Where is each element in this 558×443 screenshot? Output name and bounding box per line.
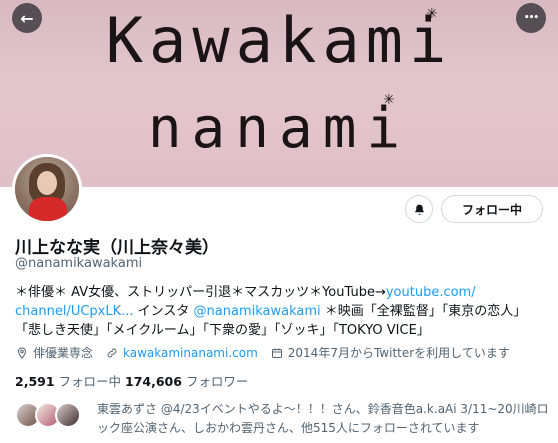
followers-label: フォロワー: [181, 374, 249, 389]
followers-stat[interactable]: 174,606 フォロワー: [125, 374, 248, 389]
profile-banner[interactable]: Kawakami nanami ✳ ✳: [0, 0, 558, 187]
following-button[interactable]: フォロー中: [441, 195, 543, 223]
bio-text: インスタ: [133, 304, 194, 319]
back-arrow-icon: ←: [20, 8, 34, 28]
more-options-button[interactable]: •••: [516, 3, 546, 33]
sparkle-icon: ✳: [383, 92, 395, 108]
youtube-link-continued[interactable]: channel/UCpxLK...: [15, 304, 134, 319]
back-button[interactable]: ←: [12, 3, 42, 33]
website-item: kawakaminanami.com: [105, 346, 258, 360]
bio-text: ＊俳優＊ AV女優、ストリッパー引退＊マスカッツ＊YouTube→: [15, 285, 386, 300]
follower-avatar: [55, 402, 81, 428]
followed-by-text: 東雲あずさ @4/23イベントやるよ〜！！！さん、鈴香音色a.k.aAi 3/1…: [97, 402, 549, 435]
avatar-dress: [29, 197, 67, 221]
calendar-icon: [271, 348, 282, 358]
bio-text: ＊映画「全裸監督」「東京の恋人」: [320, 304, 527, 319]
profile-stats: 2,591 フォロー中 174,606 フォロワー: [15, 371, 248, 390]
profile-handle: @nanamikawakami: [15, 256, 143, 271]
location-icon: [17, 346, 27, 359]
sparkle-icon: ✳: [426, 6, 438, 22]
bio-line-3: 「悲しき天使」「メイクルーム」「下衆の愛」「ゾッキ」「TOKYO VICE」: [15, 323, 430, 338]
more-dots-icon: •••: [523, 13, 539, 23]
link-icon: [107, 348, 117, 357]
location-text: 俳優業専念: [33, 346, 94, 360]
joined-text: 2014年7月からTwitterを利用しています: [287, 346, 510, 360]
youtube-link[interactable]: youtube.com/: [386, 285, 476, 300]
instagram-mention-link[interactable]: @nanamikawakami: [194, 304, 321, 319]
banner-title-line2: nanami: [147, 96, 411, 161]
bell-icon: [414, 204, 424, 215]
profile-meta: 俳優業専念 kawakaminanami.com 2014年7月からTwitte…: [15, 344, 522, 361]
profile-name: 川上なな実（川上奈々美）: [15, 238, 219, 258]
following-label: フォロー中: [54, 374, 125, 389]
avatar[interactable]: [12, 154, 82, 224]
notification-bell-button[interactable]: [405, 195, 433, 223]
following-stat[interactable]: 2,591 フォロー中: [15, 374, 125, 389]
avatar-face: [37, 171, 57, 195]
bio-line-1: ＊俳優＊ AV女優、ストリッパー引退＊マスカッツ＊YouTube→youtube…: [15, 283, 545, 302]
joined-item: 2014年7月からTwitterを利用しています: [270, 344, 510, 361]
followers-count: 174,606: [125, 374, 182, 389]
website-link[interactable]: kawakaminanami.com: [123, 346, 258, 360]
following-count: 2,591: [15, 374, 55, 389]
followers-you-know[interactable]: 東雲あずさ @4/23イベントやるよ〜！！！さん、鈴香音色a.k.aAi 3/1…: [15, 400, 550, 440]
location-item: 俳優業専念: [15, 344, 93, 361]
bio-line-2: channel/UCpxLK... インスタ @nanamikawakami ＊…: [15, 302, 545, 321]
banner-title-line1: Kawakami: [105, 4, 453, 77]
profile-bio: ＊俳優＊ AV女優、ストリッパー引退＊マスカッツ＊YouTube→youtube…: [15, 283, 545, 340]
